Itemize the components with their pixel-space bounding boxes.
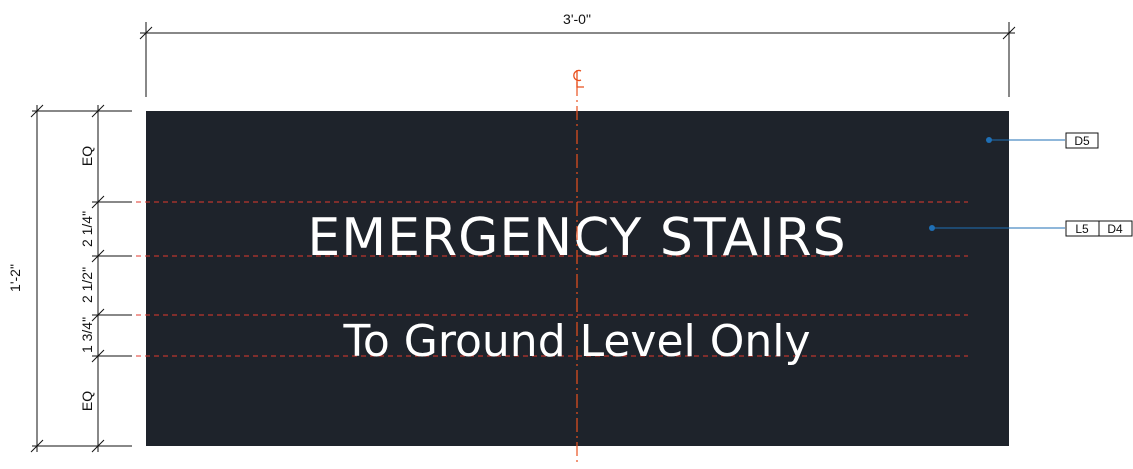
- sign-elevation-drawing: EMERGENCY STAIRS To Ground Level Only 3'…: [7, 11, 1133, 466]
- chain-dim-title: 2 1/4": [79, 211, 95, 247]
- chain-dimension: [91, 104, 132, 453]
- centerline-symbol: [573, 69, 584, 88]
- chain-dim-subtitle: 1 3/4": [79, 317, 95, 353]
- callout-tag-background: D5: [1065, 132, 1099, 149]
- callout-tag-text: L5 D4: [1065, 220, 1133, 237]
- callout-tag-d4: D4: [1107, 222, 1123, 236]
- callout-tag-l5: L5: [1075, 222, 1089, 236]
- leader-dot-text: [929, 225, 935, 231]
- chain-dim-top: EQ: [79, 146, 95, 166]
- leader-dot-background: [986, 137, 992, 143]
- chain-dim-gap: 2 1/2": [79, 267, 95, 303]
- callout-tag-d5: D5: [1074, 134, 1090, 148]
- height-dimension-label: 1'-2": [7, 264, 23, 292]
- width-dimension-label: 3'-0": [563, 11, 591, 27]
- chain-dim-bottom: EQ: [79, 391, 95, 411]
